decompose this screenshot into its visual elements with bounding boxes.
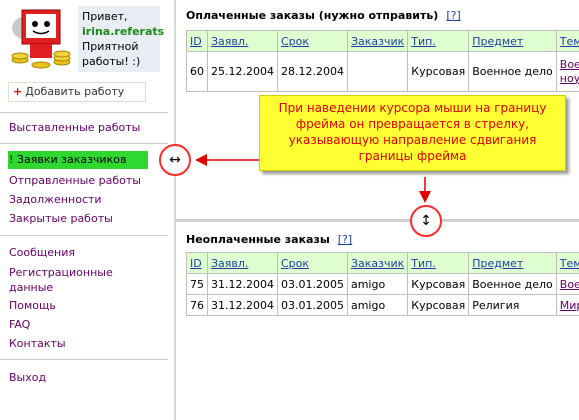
paid-orders-title-text: Оплаченные заказы (нужно отправить) [186,9,439,22]
greeting-tail: Приятной работы! :) [82,40,141,68]
avatar-mascot-icon [8,4,74,70]
sidebar-divider [0,359,168,360]
sidebar-item-label: Заявки заказчиков [16,153,127,166]
topic-line: ноутбу [559,71,579,85]
paid-orders-help-link[interactable]: [?] [446,9,460,22]
column-header-subject[interactable]: Предмет [468,252,557,274]
cell-topic-link[interactable]: Военнноутбу [555,51,579,92]
cell-applied: 25.12.2004 [207,51,278,92]
cell-type: Курсовая [407,273,470,295]
cell-type: Курсовая [407,294,470,316]
table-header-row: ID Заявл. Срок Заказчик Тип. Предмет Тем… [186,252,579,274]
callout-note: При наведении курсора мыши на границу фр… [259,95,566,171]
sidebar-divider [0,112,168,113]
column-header-customer[interactable]: Заказчик [346,252,409,274]
cell-deadline: 03.01.2005 [276,273,348,295]
column-header-deadline[interactable]: Срок [276,252,348,274]
sidebar-item-registration[interactable]: Регистрационные данные [9,265,119,295]
sidebar-item-faq[interactable]: FAQ [9,318,30,331]
column-header-type[interactable]: Тип. [407,30,470,52]
unpaid-orders-help-link[interactable]: [?] [338,233,352,246]
table-row: 60 25.12.2004 28.12.2004 Курсовая Военно… [186,51,579,92]
plus-icon: + [13,85,23,98]
cell-subject: Религия [468,294,557,316]
unpaid-orders-title-text: Неоплаченные заказы [186,233,330,246]
sidebar-item-logout[interactable]: Выход [9,371,46,384]
paid-orders-title: Оплаченные заказы (нужно отправить) [?] [186,9,461,22]
column-header-applied[interactable]: Заявл. [207,30,278,52]
column-header-applied[interactable]: Заявл. [207,252,278,274]
cell-applied: 31.12.2004 [207,273,278,295]
add-work-button[interactable]: + Добавить работу [8,82,146,102]
sidebar-item-sent-works[interactable]: Отправленные работы [9,174,141,187]
sidebar-divider [0,235,168,236]
add-work-label: Добавить работу [25,85,125,98]
sidebar-item-debts[interactable]: Задолженности [9,193,102,206]
column-header-deadline[interactable]: Срок [276,30,348,52]
cell-type: Курсовая [407,51,470,92]
table-header-row: ID Заявл. Срок Заказчик Тип. Предмет Тем… [186,30,579,52]
alert-icon: ! [9,153,14,166]
cell-topic-link[interactable]: Миров [555,294,579,316]
column-header-id[interactable]: ID [186,30,208,52]
column-header-type[interactable]: Тип. [407,252,470,274]
greeting-box: Привет, irina.referats Приятной работы! … [78,6,165,72]
sidebar: Привет, irina.referats Приятной работы! … [0,0,174,420]
sidebar-item-contacts[interactable]: Контакты [9,337,66,350]
column-header-topic[interactable]: Тема [555,30,579,52]
sidebar-item-customer-requests[interactable]: ! Заявки заказчиков [9,153,126,166]
sidebar-divider [0,143,168,144]
horizontal-frame-border[interactable] [176,219,579,222]
profile-block: Привет, irina.referats Приятной работы! … [8,4,164,74]
greeting-text: Привет, [82,10,128,23]
cell-id: 75 [186,273,208,295]
paid-orders-table: ID Заявл. Срок Заказчик Тип. Предмет Тем… [186,30,579,92]
horizontal-resize-cursor-icon: ↔ [159,144,191,176]
cell-topic-link[interactable]: Военн [555,273,579,295]
cell-customer: amigo [346,273,409,295]
cell-customer: amigo [346,294,409,316]
vertical-resize-cursor-icon: ↕ [410,205,442,237]
cell-id: 76 [186,294,208,316]
topic-line: Военн [559,57,579,71]
cell-subject: Военное дело [468,273,557,295]
username: irina.referats [82,25,165,38]
column-header-id[interactable]: ID [186,252,208,274]
table-row: 75 31.12.2004 03.01.2005 amigo Курсовая … [186,273,579,295]
sidebar-item-posted-works[interactable]: Выставленные работы [9,121,140,134]
column-header-customer[interactable]: Заказчик [346,30,409,52]
cell-applied: 31.12.2004 [207,294,278,316]
sidebar-item-closed-works[interactable]: Закрытые работы [9,212,113,225]
unpaid-orders-title: Неоплаченные заказы [?] [186,233,352,246]
sidebar-item-messages[interactable]: Сообщения [9,246,75,259]
cell-customer [346,51,409,92]
sidebar-item-help[interactable]: Помощь [9,299,56,312]
table-row: 76 31.12.2004 03.01.2005 amigo Курсовая … [186,294,579,316]
vertical-frame-border[interactable] [174,0,176,420]
cell-deadline: 03.01.2005 [276,294,348,316]
cell-deadline: 28.12.2004 [276,51,348,92]
column-header-topic[interactable]: Тема [555,252,579,274]
unpaid-orders-table: ID Заявл. Срок Заказчик Тип. Предмет Тем… [186,252,579,316]
column-header-subject[interactable]: Предмет [468,30,557,52]
cell-subject: Военное дело [468,51,557,92]
cell-id: 60 [186,51,208,92]
